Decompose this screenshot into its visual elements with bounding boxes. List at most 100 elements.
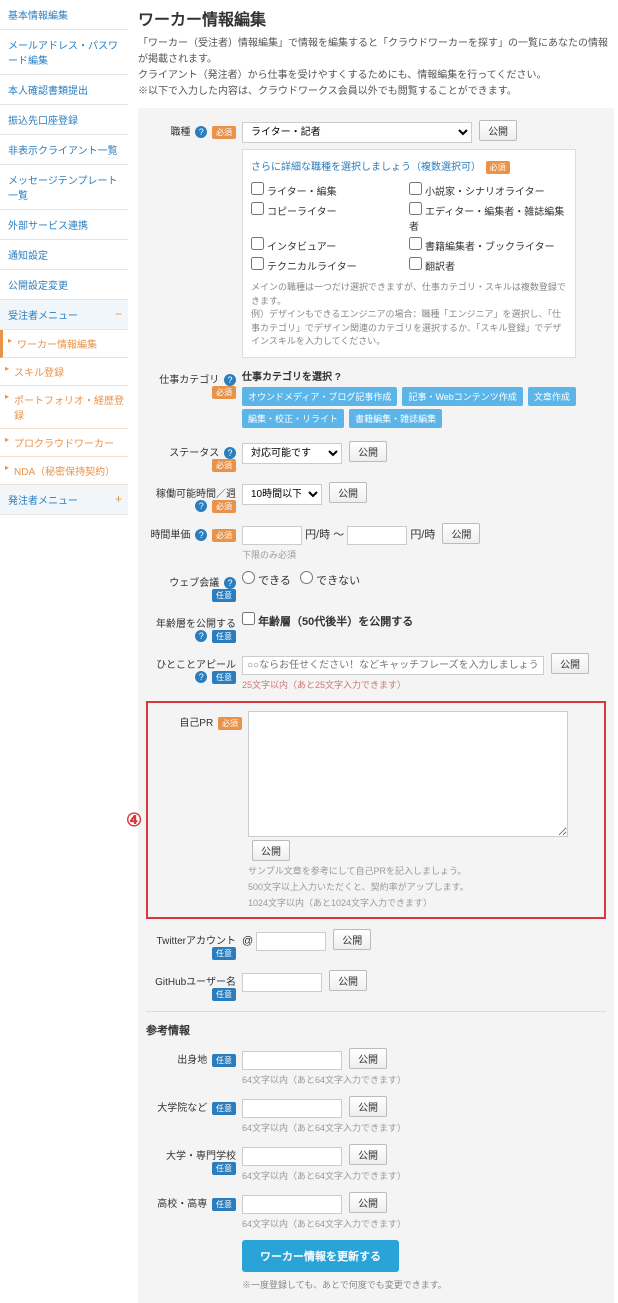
- publish-button[interactable]: 公開: [329, 970, 367, 991]
- checkbox-item[interactable]: コピーライター: [251, 200, 409, 235]
- reference-section: 参考情報 出身地 任意 公開 64文字以内（あと64文字入力できます） 大学院な…: [146, 1011, 606, 1291]
- worker-menu-skill[interactable]: スキル登録: [0, 358, 128, 386]
- publish-button[interactable]: 公開: [349, 1192, 387, 1213]
- pr-label: 自己PR 必須: [152, 711, 248, 730]
- univ-label: 大学・専門学校 任意: [146, 1144, 242, 1175]
- submit-button[interactable]: ワーカー情報を更新する: [242, 1240, 399, 1272]
- radio-can[interactable]: できる: [242, 575, 291, 587]
- checkbox[interactable]: [251, 237, 264, 250]
- checkbox-item[interactable]: 小説家・シナリオライター: [409, 180, 567, 200]
- checkbox[interactable]: [409, 237, 422, 250]
- publish-button[interactable]: 公開: [252, 840, 290, 861]
- optional-badge: 任意: [212, 1198, 236, 1211]
- rate-max-input[interactable]: [347, 526, 407, 545]
- client-menu-header[interactable]: 発注者メニュー +: [0, 485, 128, 515]
- checkbox-item[interactable]: テクニカルライター: [251, 255, 409, 275]
- main-content: ワーカー情報編集 「ワーカー（受注者）情報編集」で情報を編集すると「クラウドワー…: [128, 0, 618, 1303]
- checkbox[interactable]: [251, 182, 264, 195]
- rate-min-input[interactable]: [242, 526, 302, 545]
- category-tag[interactable]: 文章作成: [528, 387, 576, 406]
- univ-input[interactable]: [242, 1147, 342, 1166]
- publish-button[interactable]: 公開: [349, 1096, 387, 1117]
- pr-note: サンプル文章を参考にして自己PRを記入しましょう。: [248, 864, 600, 877]
- help-icon[interactable]: ?: [335, 372, 341, 383]
- hours-select[interactable]: 10時間以下: [242, 484, 322, 505]
- publish-button[interactable]: 公開: [551, 653, 589, 674]
- age-checkbox[interactable]: [242, 612, 255, 625]
- checkbox[interactable]: [409, 202, 422, 215]
- sidebar-item-bank[interactable]: 振込先口座登録: [0, 105, 128, 135]
- appeal-input[interactable]: [242, 656, 544, 675]
- help-icon[interactable]: ?: [195, 126, 207, 138]
- help-icon[interactable]: ?: [195, 500, 207, 512]
- publish-button[interactable]: 公開: [442, 523, 480, 544]
- client-menu-label: 発注者メニュー: [8, 496, 78, 507]
- job-type-label: 職種 ? 必須: [146, 120, 242, 139]
- category-tag[interactable]: オウンドメディア・ブログ記事作成: [242, 387, 397, 406]
- help-icon[interactable]: ?: [224, 447, 236, 459]
- pr-textarea[interactable]: [248, 711, 568, 837]
- checkbox-item[interactable]: 翻訳者: [409, 255, 567, 275]
- rate-note: 下限のみ必須: [242, 548, 606, 561]
- grad-input[interactable]: [242, 1099, 342, 1118]
- twitter-input[interactable]: [256, 932, 326, 951]
- github-input[interactable]: [242, 973, 322, 992]
- category-tag[interactable]: 編集・校正・リライト: [242, 409, 344, 428]
- worker-menu-nda[interactable]: NDA（秘密保持契約）: [0, 457, 128, 485]
- checkbox-item[interactable]: 書籍編集者・ブックライター: [409, 235, 567, 255]
- worker-menu-label: 受注者メニュー: [8, 311, 78, 322]
- help-icon[interactable]: ?: [224, 374, 236, 386]
- age-checkbox-label[interactable]: 年齢層（50代後半）を公開する: [242, 616, 413, 628]
- checkbox[interactable]: [251, 257, 264, 270]
- radio[interactable]: [300, 571, 313, 584]
- publish-button[interactable]: 公開: [479, 120, 517, 141]
- birthplace-input[interactable]: [242, 1051, 342, 1070]
- category-tag[interactable]: 書籍編集・雑誌編集: [349, 409, 442, 428]
- sidebar-item-identity[interactable]: 本人確認書類提出: [0, 75, 128, 105]
- checkbox[interactable]: [409, 182, 422, 195]
- help-icon[interactable]: ?: [195, 630, 207, 642]
- checkbox[interactable]: [409, 257, 422, 270]
- checkbox-item[interactable]: エディター・編集者・雑誌編集者: [409, 200, 567, 235]
- help-icon[interactable]: ?: [195, 671, 207, 683]
- char-note: 64文字以内（あと64文字入力できます）: [242, 1169, 606, 1182]
- radio-cannot[interactable]: できない: [300, 575, 360, 587]
- worker-menu-pro[interactable]: プロクラウドワーカー: [0, 429, 128, 457]
- category-label: 仕事カテゴリ ? 必須: [146, 368, 242, 399]
- sidebar-item-external[interactable]: 外部サービス連携: [0, 210, 128, 240]
- publish-button[interactable]: 公開: [349, 1144, 387, 1165]
- checkbox-item[interactable]: ライター・編集: [251, 180, 409, 200]
- status-select[interactable]: 対応可能です: [242, 443, 342, 464]
- high-input[interactable]: [242, 1195, 342, 1214]
- pr-note: 1024文字以内（あと1024文字入力できます）: [248, 896, 600, 909]
- desc-line: クライアント（発注者）から仕事を受けやすくするためにも、情報編集を行ってください…: [138, 68, 614, 84]
- help-icon[interactable]: ?: [224, 577, 236, 589]
- sidebar-item-templates[interactable]: メッセージテンプレート一覧: [0, 165, 128, 210]
- sidebar-item-email[interactable]: メールアドレス・パスワード編集: [0, 30, 128, 75]
- sidebar-item-hidden-clients[interactable]: 非表示クライアント一覧: [0, 135, 128, 165]
- required-badge: 必須: [212, 126, 236, 139]
- publish-button[interactable]: 公開: [349, 1048, 387, 1069]
- detail-job-types: さらに詳細な職種を選択しましょう（複数選択可） 必須 ライター・編集 小説家・シ…: [242, 149, 576, 358]
- publish-button[interactable]: 公開: [329, 482, 367, 503]
- desc-line: 「ワーカー（受注者）情報編集」で情報を編集すると「クラウドワーカーを探す」の一覧…: [138, 36, 614, 68]
- checkbox[interactable]: [251, 202, 264, 215]
- publish-button[interactable]: 公開: [333, 929, 371, 950]
- category-select-title[interactable]: 仕事カテゴリを選択 ?: [242, 368, 606, 383]
- sidebar-item-notify[interactable]: 通知設定: [0, 240, 128, 270]
- worker-menu-header[interactable]: 受注者メニュー −: [0, 300, 128, 330]
- worker-menu-info[interactable]: ワーカー情報編集: [0, 330, 128, 358]
- birthplace-label: 出身地 任意: [146, 1048, 242, 1067]
- sidebar-item-public[interactable]: 公開設定変更: [0, 270, 128, 300]
- help-icon[interactable]: ?: [195, 529, 207, 541]
- checkbox-item[interactable]: インタビュアー: [251, 235, 409, 255]
- category-tag[interactable]: 記事・Webコンテンツ作成: [402, 387, 522, 406]
- radio[interactable]: [242, 571, 255, 584]
- publish-button[interactable]: 公開: [349, 441, 387, 462]
- worker-menu-portfolio[interactable]: ポートフォリオ・経歴登録: [0, 386, 128, 429]
- plus-icon: +: [115, 492, 122, 506]
- sidebar-item-basic[interactable]: 基本情報編集: [0, 0, 128, 30]
- minus-icon: −: [115, 307, 122, 321]
- optional-badge: 任意: [212, 947, 236, 960]
- job-type-select[interactable]: ライター・記者: [242, 122, 472, 143]
